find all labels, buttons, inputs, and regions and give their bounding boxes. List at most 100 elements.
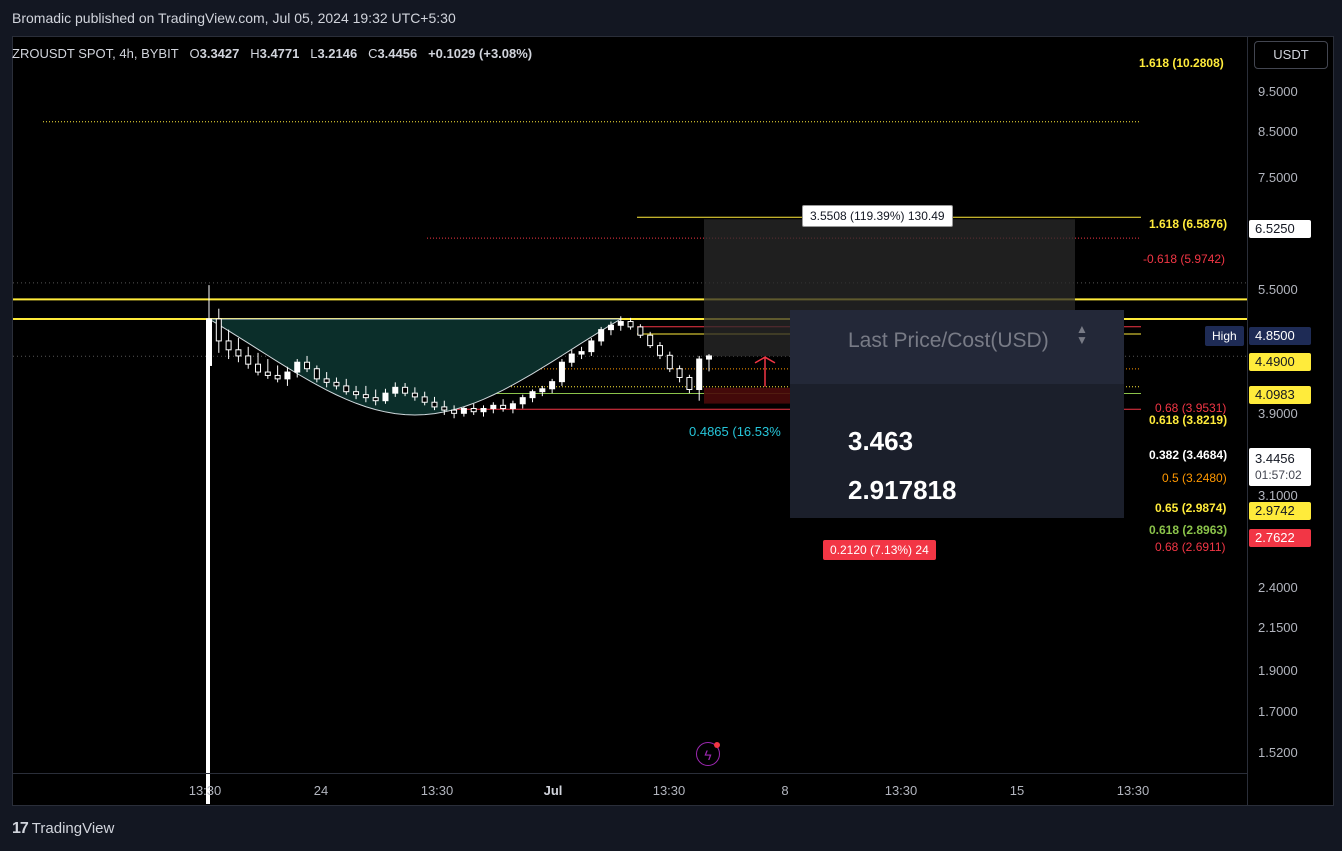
current-price: 3.4456 (1255, 451, 1295, 466)
candle-body (490, 404, 497, 409)
candle-body (676, 368, 683, 378)
candle-body (333, 381, 340, 387)
fib-label: -0.618 (5.9742) (1143, 252, 1226, 266)
price-tick: 9.5000 (1258, 84, 1298, 99)
time-tick: 24 (313, 783, 329, 798)
notification-dot (714, 742, 720, 748)
last-price-popup[interactable]: Last Price/Cost(USD) ▲ ▼ 3.463 2.917818 (790, 310, 1124, 518)
price-tick: 2.1500 (1258, 620, 1298, 635)
candle-body (470, 407, 477, 413)
candle-body (235, 349, 242, 357)
candle-body (215, 318, 222, 342)
popup-cost: 2.917818 (848, 475, 957, 505)
price-tick: 1.7000 (1258, 704, 1298, 719)
candle-body (666, 354, 673, 370)
listing-spike (206, 318, 210, 804)
candle-body (245, 355, 252, 365)
candle-body (637, 326, 644, 336)
time-tick: 8 (781, 783, 789, 798)
candle-body (686, 376, 693, 391)
price-chart[interactable] (13, 37, 1335, 807)
time-tick: 15 (1009, 783, 1025, 798)
midline-label: 0.4865 (16.53% (689, 424, 781, 439)
candle-body (578, 351, 585, 355)
candle-body (647, 334, 654, 347)
close-value: 3.4456 (377, 46, 418, 61)
time-tick: 13:30 (1116, 783, 1150, 798)
candle-body (519, 397, 526, 405)
candle-body (617, 321, 624, 326)
price-label-resistance-top: 4.4900 (1249, 353, 1311, 371)
candle-body (549, 381, 556, 390)
low-value: 3.2146 (317, 46, 358, 61)
candle-body (313, 368, 320, 380)
time-tick: Jul (543, 783, 563, 798)
price-tick: 5.5000 (1258, 282, 1298, 297)
time-tick: 13:30 (884, 783, 918, 798)
stop-label[interactable]: 0.2120 (7.13%) 24 (823, 540, 936, 560)
candle-body (264, 371, 271, 376)
candle-body (431, 401, 438, 408)
candle-body (696, 358, 703, 391)
price-tick: 3.9000 (1258, 406, 1298, 421)
candle-body (500, 404, 507, 409)
candle-body (451, 409, 458, 414)
price-label-current: 3.4456 01:57:02 (1249, 448, 1311, 486)
candle-body (706, 355, 712, 360)
open-value: 3.3427 (199, 46, 240, 61)
popup-header[interactable]: Last Price/Cost(USD) ▲ ▼ (790, 310, 1124, 384)
fib-label: 1.618 (6.5876) (1149, 217, 1228, 231)
candle-body (343, 385, 350, 393)
tradingview-mark-icon: 17 (12, 820, 29, 837)
footer-bar: 17 TradingView (0, 806, 1342, 851)
candle-body (382, 392, 389, 402)
candle-body (323, 378, 330, 383)
sort-arrows-icon[interactable]: ▲ ▼ (1076, 323, 1088, 346)
popup-title: Last Price/Cost(USD) (848, 329, 1049, 352)
candle-body (480, 407, 487, 413)
brand-name: TradingView (31, 820, 115, 837)
candle-body (294, 361, 301, 373)
fib-label: 0.65 (2.9874) (1155, 501, 1227, 515)
fib-label: 0.618 (2.8963) (1149, 523, 1228, 537)
chart-pane[interactable] (12, 36, 1334, 806)
candle-body (588, 340, 595, 353)
candle-body (353, 391, 360, 396)
candle-body (656, 345, 663, 356)
candle-body (529, 391, 536, 399)
candle-body (509, 403, 516, 409)
symbol-legend: ZROUSDT SPOT, 4h, BYBIT O3.3427 H3.4771 … (12, 46, 532, 61)
currency-button[interactable]: USDT (1254, 41, 1328, 69)
candle-body (225, 340, 232, 351)
price-label-resistance: 4.0983 (1249, 386, 1311, 404)
candle-body (372, 397, 379, 402)
candle-body (304, 361, 311, 370)
high-tag: High (1205, 326, 1244, 346)
high-value: 3.4771 (259, 46, 300, 61)
time-axis-separator (12, 773, 1247, 774)
target-label[interactable]: 3.5508 (119.39%) 130.49 (802, 205, 953, 227)
candle-body (607, 324, 614, 331)
candle-body (627, 321, 634, 328)
price-label-stop: 2.7622 (1249, 529, 1311, 547)
fib-label: 1.618 (10.2808) (1139, 56, 1224, 70)
candle-body (558, 361, 565, 383)
candle-body (421, 396, 428, 403)
time-tick: 13:30 (420, 783, 454, 798)
candle-body (539, 388, 546, 393)
time-tick: 13:30 (652, 783, 686, 798)
price-tick: 3.1000 (1258, 488, 1298, 503)
fib-label: 0.5 (3.2480) (1162, 471, 1227, 485)
candle-body (392, 386, 399, 394)
high-label: H (250, 46, 260, 61)
tradingview-logo[interactable]: 17 TradingView (12, 820, 114, 838)
price-axis-separator (1247, 36, 1248, 806)
open-label: O (189, 46, 200, 61)
price-tick: 1.9000 (1258, 663, 1298, 678)
candle-body (411, 392, 418, 398)
fib-label: 0.618 (3.8219) (1149, 413, 1228, 427)
time-tick: 13:30 (188, 783, 222, 798)
publisher-text: Bromadic published on TradingView.com, J… (12, 10, 456, 26)
candle-body (598, 329, 605, 342)
publisher-bar: Bromadic published on TradingView.com, J… (0, 0, 1342, 36)
